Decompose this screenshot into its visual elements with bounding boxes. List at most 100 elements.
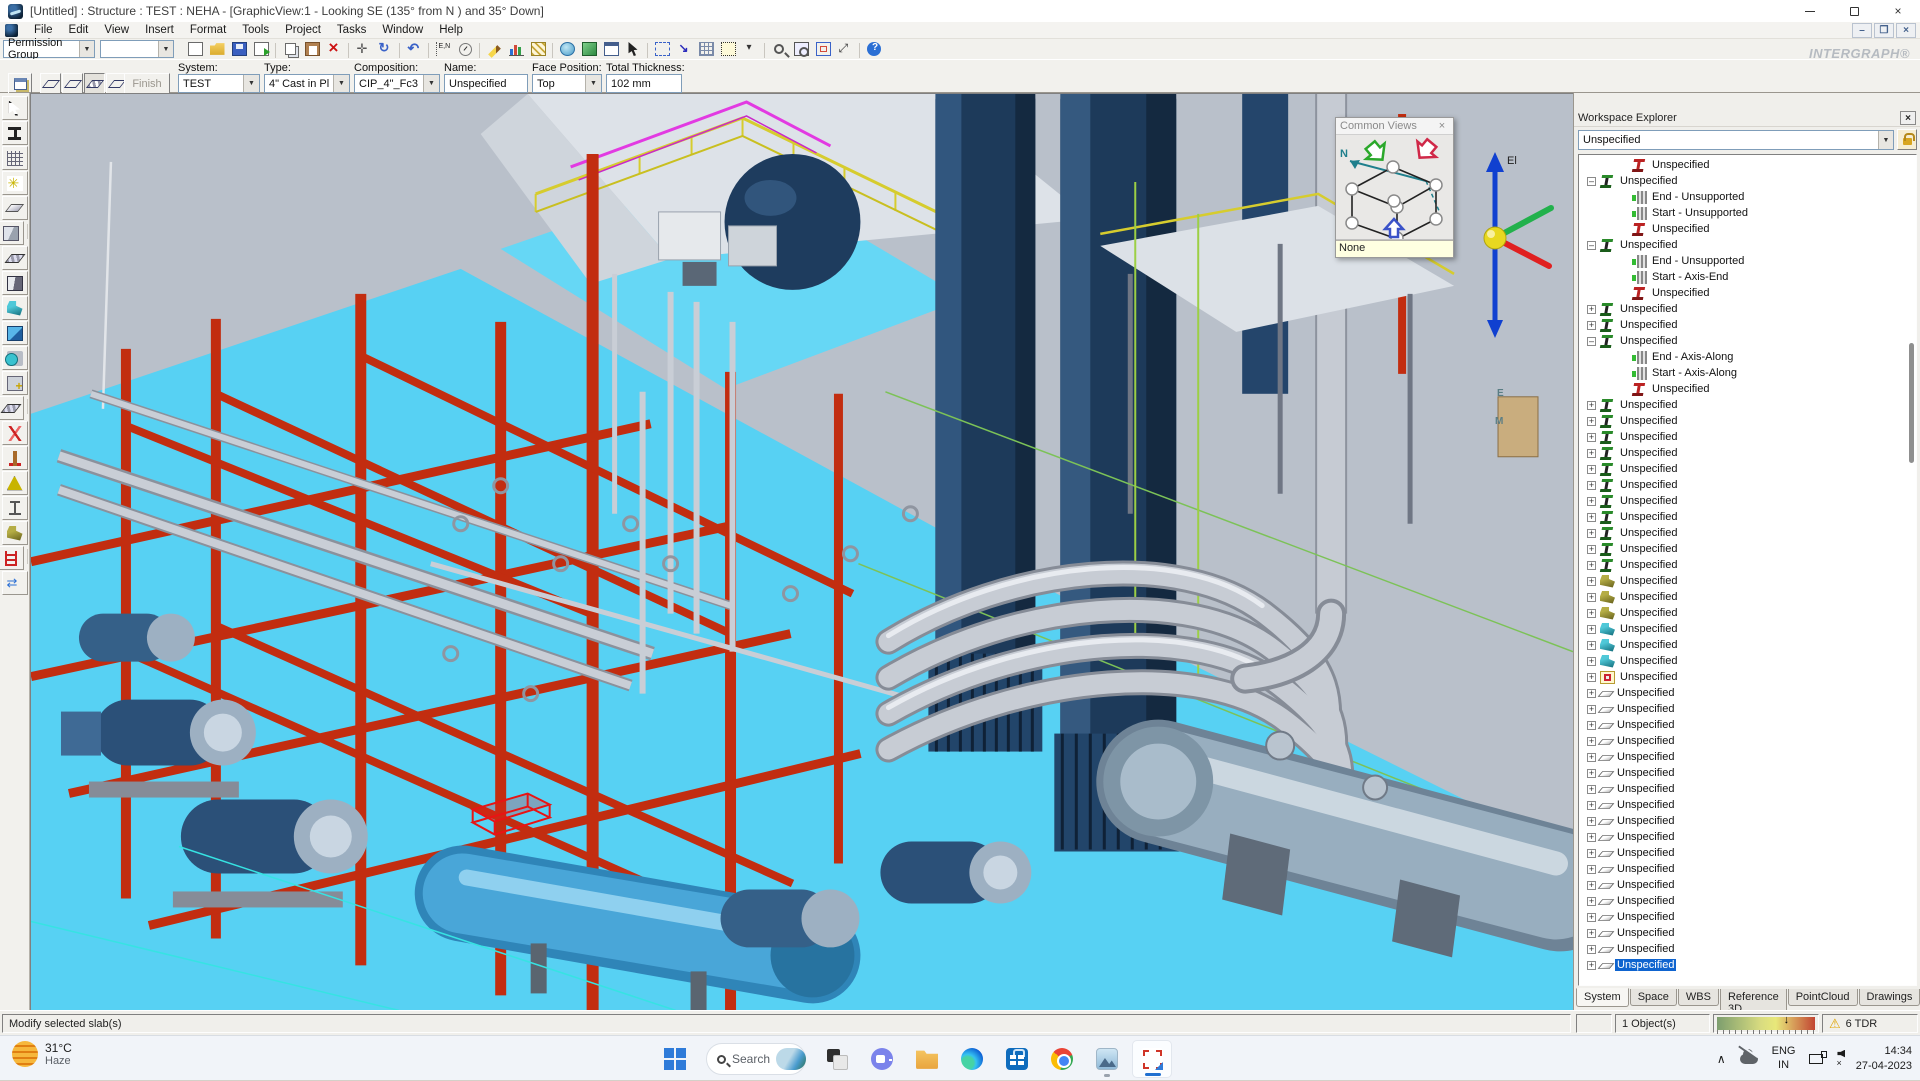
copy-object-button[interactable]: [578, 40, 600, 59]
volume-muted-icon[interactable]: ×: [1837, 1050, 1841, 1068]
select-tool[interactable]: [2, 96, 28, 120]
tree-expander[interactable]: +: [1587, 785, 1596, 794]
iso-view-arrow-red[interactable]: [1410, 135, 1441, 165]
member-system-tool[interactable]: [2, 146, 28, 170]
taskbar-store[interactable]: [997, 1040, 1037, 1078]
menu-item[interactable]: View: [96, 23, 137, 37]
tree-expander[interactable]: +: [1587, 689, 1596, 698]
tree-item[interactable]: + Unspecified: [1579, 861, 1916, 877]
stair-tool[interactable]: [0, 546, 24, 570]
tree-item[interactable]: + Unspecified: [1579, 605, 1916, 621]
more-tools-caret[interactable]: [739, 40, 761, 59]
menu-item[interactable]: Tasks: [329, 23, 374, 37]
tree-expander[interactable]: +: [1587, 593, 1596, 602]
mdi-minimize-button[interactable]: –: [1852, 23, 1872, 38]
tree-item[interactable]: + Unspecified: [1579, 909, 1916, 925]
tree-item[interactable]: + Unspecified: [1579, 685, 1916, 701]
slab-assembly-tool[interactable]: [0, 396, 24, 420]
workspace-button[interactable]: [556, 40, 578, 59]
wall-tool[interactable]: [2, 271, 28, 295]
tree-expander[interactable]: +: [1587, 929, 1596, 938]
tree-item[interactable]: Unspecified: [1579, 221, 1916, 237]
tree-expander[interactable]: +: [1587, 513, 1596, 522]
menu-item[interactable]: Insert: [137, 23, 182, 37]
pan-button[interactable]: [834, 40, 856, 59]
ribbon-field-control[interactable]: CIP_4"_Fc3 ▼: [354, 74, 440, 93]
tree-expander[interactable]: +: [1587, 561, 1596, 570]
menu-item[interactable]: File: [26, 23, 61, 37]
route-button[interactable]: [673, 40, 695, 59]
tree-expander[interactable]: +: [1587, 657, 1596, 666]
menu-item[interactable]: Tools: [234, 23, 277, 37]
copy-button[interactable]: [279, 40, 301, 59]
menu-item[interactable]: Format: [182, 23, 234, 37]
fence-select-button[interactable]: [717, 40, 739, 59]
brace-tool[interactable]: [2, 421, 28, 445]
tree-item[interactable]: + Unspecified: [1579, 765, 1916, 781]
new-button[interactable]: [184, 40, 206, 59]
workspace-tab[interactable]: System: [1576, 988, 1629, 1007]
close-icon[interactable]: ×: [1435, 120, 1449, 132]
taskbar-chat[interactable]: [862, 1040, 902, 1078]
mdi-restore-button[interactable]: ❐: [1874, 23, 1894, 38]
tree-expander[interactable]: +: [1587, 449, 1596, 458]
ribbon-field-control[interactable]: 4" Cast in Pl ▼: [264, 74, 350, 93]
tree-expander[interactable]: +: [1587, 609, 1596, 618]
tree-item[interactable]: End - Unsupported: [1579, 253, 1916, 269]
tree-expander[interactable]: +: [1587, 721, 1596, 730]
equipment-tool[interactable]: [2, 321, 28, 345]
workspace-tab[interactable]: WBS: [1678, 989, 1719, 1006]
snap-grid-button[interactable]: [695, 40, 717, 59]
common-views-cube-area[interactable]: N: [1336, 134, 1453, 240]
tree-item[interactable]: Start - Axis-End: [1579, 269, 1916, 285]
taskbar-file-explorer[interactable]: [907, 1040, 947, 1078]
tree-expander[interactable]: +: [1587, 865, 1596, 874]
tree-item[interactable]: Start - Axis-Along: [1579, 365, 1916, 381]
tree-item[interactable]: + Unspecified: [1579, 877, 1916, 893]
tree-item[interactable]: + Unspecified: [1579, 717, 1916, 733]
tree-expander[interactable]: +: [1587, 641, 1596, 650]
tree-item[interactable]: + Unspecified: [1579, 653, 1916, 669]
tree-expander[interactable]: +: [1587, 849, 1596, 858]
surface-style-button[interactable]: [527, 40, 549, 59]
format-style-button[interactable]: [483, 40, 505, 59]
tree-item[interactable]: + Unspecified: [1579, 941, 1916, 957]
truss-tool[interactable]: [2, 471, 28, 495]
tree-item[interactable]: + Unspecified: [1579, 637, 1916, 653]
tree-item[interactable]: – Unspecified: [1579, 173, 1916, 189]
tree-expander[interactable]: +: [1587, 833, 1596, 842]
zoom-tool-button[interactable]: [768, 40, 790, 59]
tree-item[interactable]: + Unspecified: [1579, 781, 1916, 797]
measure-button[interactable]: [454, 40, 476, 59]
taskbar-start-button[interactable]: [655, 1040, 695, 1078]
select-tool-button[interactable]: [622, 40, 644, 59]
handrail-tool[interactable]: [2, 496, 28, 520]
save-button[interactable]: [228, 40, 250, 59]
footing-olive-tool[interactable]: [2, 521, 28, 545]
transform-tool[interactable]: [2, 571, 28, 595]
tree-expander[interactable]: +: [1587, 705, 1596, 714]
tree-expander[interactable]: –: [1587, 177, 1596, 186]
tree-expander[interactable]: +: [1587, 897, 1596, 906]
properties-dialog-button[interactable]: [8, 73, 32, 94]
tree-item[interactable]: + Unspecified: [1579, 477, 1916, 493]
tree-item[interactable]: + Unspecified: [1579, 749, 1916, 765]
column-tool[interactable]: [2, 446, 28, 470]
slab-mode-2-button[interactable]: [62, 73, 83, 94]
tree-expander[interactable]: +: [1587, 881, 1596, 890]
menu-item[interactable]: Help: [431, 23, 471, 37]
slab-tool[interactable]: [2, 246, 28, 270]
tree-expander[interactable]: +: [1587, 529, 1596, 538]
tree-expander[interactable]: +: [1587, 433, 1596, 442]
ribbon-field-control[interactable]: TEST ▼: [178, 74, 260, 93]
tree-expander[interactable]: +: [1587, 321, 1596, 330]
ribbon-field-control[interactable]: Unspecified: [444, 74, 528, 93]
pinpoint-button[interactable]: [432, 40, 454, 59]
place-slab-tool[interactable]: [2, 196, 28, 220]
tree-item[interactable]: Unspecified: [1579, 157, 1916, 173]
rotate-button[interactable]: [374, 40, 396, 59]
taskbar-clock[interactable]: 14:3427-04-2023: [1856, 1044, 1912, 1074]
menu-item[interactable]: Window: [374, 23, 431, 37]
mdi-close-button[interactable]: ×: [1896, 23, 1916, 38]
tree-expander[interactable]: +: [1587, 945, 1596, 954]
